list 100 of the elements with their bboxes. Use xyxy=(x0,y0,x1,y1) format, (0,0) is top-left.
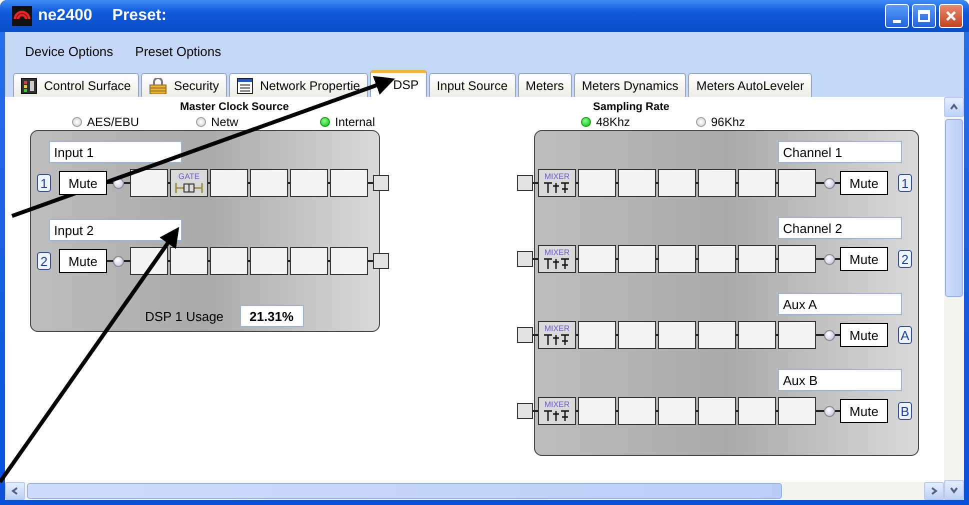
channel-number[interactable]: 1 xyxy=(898,174,912,192)
gate-icon xyxy=(174,182,204,194)
tab[interactable]: Network Propertie xyxy=(229,73,368,97)
dsp-block[interactable] xyxy=(698,397,736,425)
tab[interactable]: Input Source xyxy=(428,73,516,97)
menu-item[interactable]: Preset Options xyxy=(135,44,222,58)
signal-led xyxy=(824,254,835,264)
maximize-icon xyxy=(918,10,930,22)
tab[interactable]: Security xyxy=(140,73,228,97)
dsp-block[interactable] xyxy=(250,169,288,197)
dsp-block[interactable] xyxy=(698,321,736,349)
radio-option[interactable]: 96Khz xyxy=(696,114,811,128)
dsp-block[interactable] xyxy=(618,397,656,425)
close-button[interactable] xyxy=(939,4,963,28)
scroll-thumb[interactable] xyxy=(27,483,782,499)
dsp-block[interactable] xyxy=(290,169,328,197)
channel-name-field[interactable]: Aux A xyxy=(778,293,902,315)
scroll-up-button[interactable] xyxy=(944,97,964,117)
dsp-block[interactable] xyxy=(578,397,616,425)
dsp-block[interactable] xyxy=(330,169,368,197)
dsp-block[interactable] xyxy=(330,247,368,275)
dsp-block[interactable] xyxy=(618,321,656,349)
dsp-block[interactable] xyxy=(210,169,248,197)
tab[interactable]: Meters Dynamics xyxy=(574,73,686,97)
scroll-right-button[interactable] xyxy=(924,482,944,500)
gate-block[interactable]: GATE xyxy=(170,169,208,197)
dsp-block[interactable] xyxy=(618,245,656,273)
maximize-button[interactable] xyxy=(912,4,936,28)
channel-name-field[interactable]: Channel 1 xyxy=(778,141,902,163)
channel-number[interactable]: B xyxy=(898,402,912,420)
usage-value: 21.31% xyxy=(240,305,304,327)
dsp-block[interactable] xyxy=(738,321,776,349)
signal-led xyxy=(824,406,835,416)
meter-icon xyxy=(21,78,37,94)
mixer-block[interactable]: MIXER xyxy=(538,245,576,273)
dsp-block[interactable] xyxy=(738,245,776,273)
minimize-button[interactable] xyxy=(885,4,909,28)
input-jack[interactable] xyxy=(517,327,533,343)
input-jack[interactable] xyxy=(517,251,533,267)
channel-name-field[interactable]: Aux B xyxy=(778,369,902,391)
fader-icon xyxy=(543,182,571,194)
channel-number[interactable]: 2 xyxy=(898,250,912,268)
tab[interactable]: Control Surface xyxy=(13,73,139,97)
channel-name-field[interactable]: Input 2 xyxy=(49,219,182,241)
preset-title: Preset: xyxy=(112,7,167,25)
channel-number[interactable]: 2 xyxy=(37,252,51,270)
channel-number[interactable]: A xyxy=(898,326,912,344)
fader-icon xyxy=(543,410,571,422)
radio-option[interactable]: Netw xyxy=(196,114,320,128)
radio-label: 48Khz xyxy=(596,114,630,128)
dsp-block[interactable] xyxy=(738,397,776,425)
dsp-block[interactable] xyxy=(250,247,288,275)
output-jack[interactable] xyxy=(373,175,389,191)
dsp-block[interactable] xyxy=(698,245,736,273)
mixer-block[interactable]: MIXER xyxy=(538,397,576,425)
dsp-block[interactable] xyxy=(618,169,656,197)
dsp-block[interactable] xyxy=(578,169,616,197)
scroll-left-button[interactable] xyxy=(5,482,25,500)
radio-option[interactable]: AES/EBU xyxy=(72,114,196,128)
mixer-block[interactable]: MIXER xyxy=(538,321,576,349)
mute-button[interactable]: Mute xyxy=(840,323,888,347)
radio-option[interactable]: 48Khz xyxy=(581,114,696,128)
tab[interactable]: Meters AutoLeveler xyxy=(688,73,812,97)
dsp-block[interactable] xyxy=(170,247,208,275)
menu-item[interactable]: Device Options xyxy=(25,44,114,58)
dsp-block[interactable] xyxy=(778,321,816,349)
dsp-block[interactable] xyxy=(658,321,696,349)
radio-option[interactable]: Internal xyxy=(320,114,444,128)
mute-button[interactable]: Mute xyxy=(59,171,107,195)
mixer-block[interactable]: MIXER xyxy=(538,169,576,197)
group-title: Master Clock Source xyxy=(180,101,289,113)
scroll-down-button[interactable] xyxy=(944,480,964,500)
dsp-block[interactable] xyxy=(290,247,328,275)
dsp-block[interactable] xyxy=(578,321,616,349)
dsp-block[interactable] xyxy=(658,169,696,197)
dsp-block[interactable] xyxy=(130,169,168,197)
dsp-block[interactable] xyxy=(778,169,816,197)
usage-label: DSP 1 Usage xyxy=(145,308,224,324)
channel-number[interactable]: 1 xyxy=(37,174,51,192)
input-jack[interactable] xyxy=(517,175,533,191)
mute-button[interactable]: Mute xyxy=(840,399,888,423)
mute-button[interactable]: Mute xyxy=(840,171,888,195)
dsp-block[interactable] xyxy=(778,245,816,273)
dsp-block[interactable] xyxy=(578,245,616,273)
channel-name-field[interactable]: Input 1 xyxy=(49,141,182,163)
tab[interactable]: Meters xyxy=(518,73,572,97)
padlock-icon xyxy=(148,78,167,94)
mute-button[interactable]: Mute xyxy=(59,249,107,273)
dsp-block[interactable] xyxy=(658,245,696,273)
channel-name-field[interactable]: Channel 2 xyxy=(778,217,902,239)
dsp-block[interactable] xyxy=(738,169,776,197)
dsp-block[interactable] xyxy=(658,397,696,425)
mute-button[interactable]: Mute xyxy=(840,247,888,271)
dsp-block[interactable] xyxy=(698,169,736,197)
dsp-block[interactable] xyxy=(778,397,816,425)
signal-led xyxy=(824,330,835,340)
dsp-block[interactable] xyxy=(210,247,248,275)
output-jack[interactable] xyxy=(373,253,389,269)
input-jack[interactable] xyxy=(517,403,533,419)
scroll-thumb[interactable] xyxy=(945,119,963,297)
